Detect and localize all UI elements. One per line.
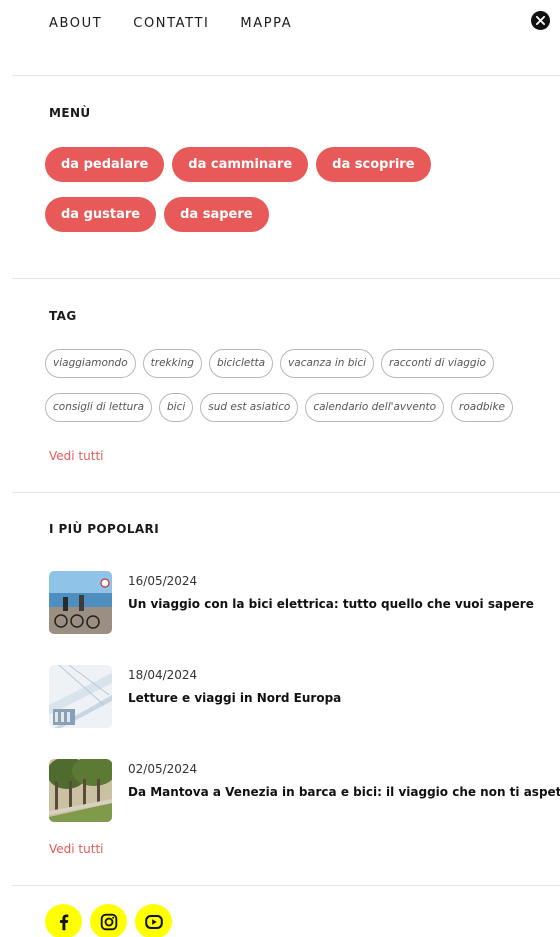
post-image (49, 571, 112, 634)
popular-post[interactable]: 18/04/2024 Letture e viaggi in Nord Euro… (49, 665, 554, 729)
instagram-button[interactable] (90, 904, 127, 937)
divider (12, 885, 560, 886)
menu-item-da-scoprire[interactable]: da scoprire (316, 147, 431, 182)
top-nav: ABOUT CONTATTI MAPPA (0, 0, 560, 76)
youtube-icon (144, 914, 163, 929)
menu-list: da pedalare da camminare da scoprire da … (45, 147, 525, 232)
tag-item[interactable]: bicicletta (208, 349, 274, 378)
post-thumbnail (49, 571, 112, 634)
menu-section-title: MENÙ (49, 106, 91, 120)
nav-links: ABOUT CONTATTI MAPPA (49, 16, 292, 31)
menu-item-da-pedalare[interactable]: da pedalare (45, 147, 165, 182)
popular-see-all-link[interactable]: Vedi tutti (49, 842, 103, 856)
post-date: 02/05/2024 (128, 762, 198, 776)
tag-list: viaggiamondo trekking bicicletta vacanza… (45, 349, 525, 422)
tag-item[interactable]: viaggiamondo (45, 349, 136, 378)
tag-item[interactable]: trekking (142, 349, 202, 378)
post-thumbnail (49, 759, 112, 822)
facebook-button[interactable] (45, 904, 82, 937)
popular-post[interactable]: 16/05/2024 Un viaggio con la bici elettr… (49, 571, 554, 635)
post-title[interactable]: Un viaggio con la bici elettrica: tutto … (128, 597, 534, 611)
post-image (49, 665, 112, 728)
popular-post[interactable]: 02/05/2024 Da Mantova a Venezia in barca… (49, 759, 560, 823)
youtube-button[interactable] (135, 904, 172, 937)
tag-item[interactable]: bici (159, 393, 194, 422)
nav-link-about[interactable]: ABOUT (49, 16, 102, 31)
tag-section-title: TAG (49, 309, 77, 323)
nav-link-mappa[interactable]: MAPPA (240, 16, 292, 31)
tag-item[interactable]: roadbike (451, 393, 513, 422)
divider (12, 278, 560, 279)
tag-item[interactable]: sud est asiatico (200, 393, 299, 422)
divider (12, 492, 560, 493)
menu-item-da-camminare[interactable]: da camminare (172, 147, 309, 182)
social-links (45, 904, 172, 937)
menu-item-da-gustare[interactable]: da gustare (45, 197, 157, 232)
post-title[interactable]: Letture e viaggi in Nord Europa (128, 691, 341, 705)
tag-item[interactable]: vacanza in bici (280, 349, 375, 378)
post-thumbnail (49, 665, 112, 728)
nav-link-contatti[interactable]: CONTATTI (133, 16, 209, 31)
close-button[interactable] (531, 11, 550, 30)
post-image (49, 759, 112, 822)
divider (12, 75, 560, 76)
tag-item[interactable]: consigli di lettura (45, 393, 153, 422)
tag-item[interactable]: calendario dell'avvento (305, 393, 445, 422)
instagram-icon (100, 913, 117, 930)
tags-see-all-link[interactable]: Vedi tutti (49, 449, 103, 463)
popular-section-title: I PIÙ POPOLARI (49, 522, 160, 536)
facebook-icon (59, 914, 68, 930)
close-icon (536, 16, 545, 25)
post-date: 18/04/2024 (128, 668, 198, 682)
tag-item[interactable]: racconti di viaggio (381, 349, 494, 378)
post-date: 16/05/2024 (128, 574, 198, 588)
post-title[interactable]: Da Mantova a Venezia in barca e bici: il… (128, 785, 560, 799)
menu-item-da-sapere[interactable]: da sapere (164, 197, 269, 232)
